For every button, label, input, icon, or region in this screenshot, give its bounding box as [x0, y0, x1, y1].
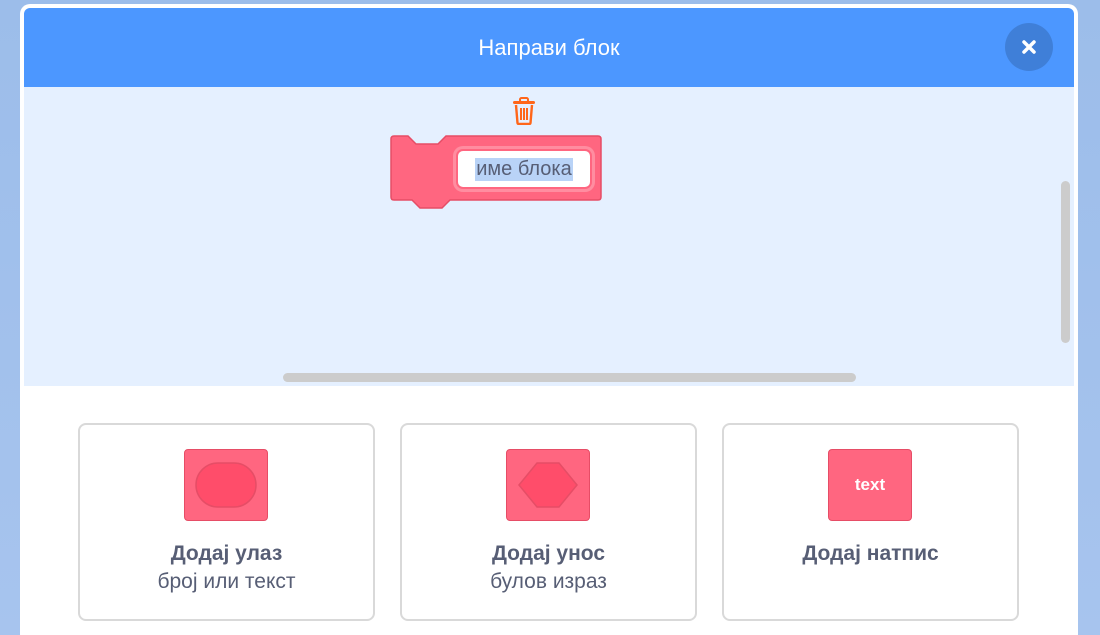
dialog-header: Направи блок [24, 8, 1074, 87]
block-name-input[interactable]: име блока [456, 149, 592, 189]
option-subtitle: број или текст [157, 570, 296, 593]
close-icon [1022, 40, 1036, 54]
option-subtitle: булов израз [490, 570, 607, 593]
block-name-text: име блока [475, 157, 573, 181]
option-title: Додај натпис [802, 542, 939, 565]
custom-block-preview[interactable]: име блока [390, 135, 602, 215]
label-icon-text: text [854, 475, 886, 494]
add-input-number-text-button[interactable]: Додај улаз број или текст [78, 423, 375, 621]
add-label-button[interactable]: text Додај натпис [722, 423, 1019, 621]
option-title: Додај улаз [170, 542, 283, 565]
trash-icon[interactable] [511, 97, 537, 125]
add-input-boolean-button[interactable]: Додај унос булов израз [400, 423, 697, 621]
label-text-icon: text [828, 449, 912, 521]
boolean-input-icon [506, 449, 590, 521]
vertical-scrollbar[interactable] [1061, 181, 1070, 343]
close-button[interactable] [1005, 23, 1053, 71]
round-input-icon [184, 449, 268, 521]
horizontal-scrollbar[interactable] [283, 373, 856, 382]
make-block-dialog: Направи блок име блока Додај улаз број и… [20, 4, 1078, 635]
option-title: Додај унос [491, 542, 606, 565]
block-preview-workspace[interactable]: име блока [24, 87, 1074, 387]
block-options-area: Додај улаз број или текст Додај унос бул… [24, 386, 1074, 635]
dialog-title: Направи блок [478, 34, 620, 60]
